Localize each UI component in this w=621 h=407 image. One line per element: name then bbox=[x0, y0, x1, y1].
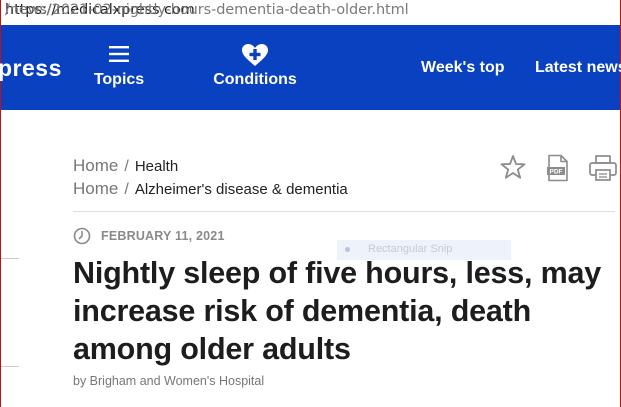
nav-topics-label: Topics bbox=[93, 71, 145, 88]
breadcrumb-home-link[interactable]: Home bbox=[73, 156, 118, 175]
article-byline: by Brigham and Women's Hospital bbox=[73, 374, 265, 388]
breadcrumb-alzheimers-link[interactable]: Alzheimer's disease & dementia bbox=[135, 181, 348, 198]
breadcrumb: Home / Health bbox=[73, 156, 178, 176]
article-title: Nightly sleep of five hours, less, may i… bbox=[73, 256, 602, 366]
printer-icon bbox=[588, 155, 618, 186]
breadcrumb-health-link[interactable]: Health bbox=[135, 158, 178, 175]
nav-topics-button[interactable]: Topics bbox=[91, 43, 147, 89]
pdf-icon-text: PDF bbox=[550, 169, 563, 176]
address-bar[interactable]: https://medicalxpress.com/news/2021-02-n… bbox=[1, 0, 620, 23]
header-divider bbox=[73, 211, 615, 212]
site-navbar: press Topics Conditions Week's top Lates… bbox=[0, 25, 621, 110]
pdf-icon: PDF bbox=[546, 154, 570, 186]
hamburger-menu-icon bbox=[91, 43, 147, 65]
breadcrumb-home-link[interactable]: Home bbox=[73, 179, 118, 198]
sidebar-divider bbox=[1, 258, 19, 259]
clock-icon bbox=[73, 227, 91, 248]
breadcrumb: Home / Alzheimer's disease & dementia bbox=[73, 179, 348, 199]
nav-latest-news-link[interactable]: Latest news bbox=[535, 59, 621, 77]
heart-plus-icon bbox=[211, 43, 299, 66]
nav-conditions-button[interactable]: Conditions bbox=[211, 43, 299, 89]
article-date-text: FEBRUARY 11, 2021 bbox=[101, 229, 225, 243]
nav-conditions-label: Conditions bbox=[213, 71, 297, 88]
nav-weeks-top-link[interactable]: Week's top bbox=[421, 59, 505, 77]
site-logo[interactable]: press bbox=[0, 55, 62, 82]
star-icon bbox=[500, 155, 526, 184]
breadcrumb-separator: / bbox=[124, 181, 129, 198]
snip-dot-icon bbox=[345, 247, 350, 252]
breadcrumb-separator: / bbox=[124, 158, 129, 175]
print-button[interactable] bbox=[588, 154, 618, 187]
sidebar-divider bbox=[1, 366, 19, 367]
bookmark-button[interactable] bbox=[500, 154, 526, 185]
url-path: /news/2021-02-nightly-hours-dementia-dea… bbox=[5, 2, 409, 18]
pdf-download-button[interactable]: PDF bbox=[546, 154, 570, 187]
